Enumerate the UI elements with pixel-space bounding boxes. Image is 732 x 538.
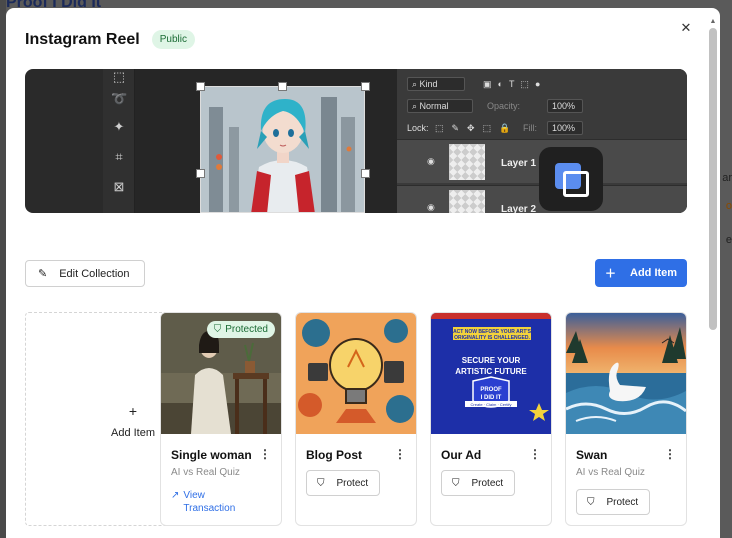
collection-modal: Instagram Reel Public ✕ ▲ ⬚ ➰ ✦ ⌗ ⊠ ⌕ Ki… [6,8,720,538]
background-edge-text: o [725,200,732,212]
lock-label: Lock: [407,123,429,133]
view-transaction-label-line2: Transaction [183,503,236,514]
protect-label: Protect [606,496,639,508]
item-title: Our Ad [441,448,482,462]
lightbulb-illustration [296,313,416,434]
item-title: Blog Post [306,448,362,462]
item-title: Swan [576,448,608,462]
external-link-icon: ↗ [171,490,180,501]
scroll-up-arrow-icon[interactable]: ▲ [709,18,717,26]
ad-tagline: Create · Claim · Certify [471,402,512,407]
modal-title: Instagram Reel [25,30,140,48]
view-transaction-link[interactable]: ↗ View Transaction [171,489,235,515]
more-vertical-icon[interactable]: ⋮ [394,447,406,461]
item-image: ACT NOW BEFORE YOUR ART'S ORIGINALITY IS… [431,313,551,434]
layer-name: Layer 2 [501,204,537,213]
transform-handle [361,169,370,178]
crop-tool-icon: ⌗ [115,149,123,164]
eye-icon: ◉ [427,156,435,166]
ad-headline-1: SECURE YOUR [462,356,521,365]
add-item-button[interactable]: ＋ Add Item [595,259,687,287]
ad-logo-line-1: PROOF [480,387,502,393]
eye-icon: ◉ [427,202,435,212]
item-card[interactable]: ⛉ Protected Single woman ⋮ AI vs Real Qu… [160,312,282,526]
item-card[interactable]: Blog Post ⋮ ⛉ Protect [295,312,417,526]
protect-label: Protect [336,477,369,489]
layer-name: Layer 1 [501,158,537,169]
add-item-tile-content[interactable]: + Add Item [110,403,156,439]
transform-handle [278,82,287,91]
background-edge-text: ar [722,172,732,184]
pencil-icon: ✎ [38,268,48,280]
layer-thumbnail [449,190,485,213]
lasso-tool-icon: ➰ [111,91,128,106]
search-icon: ⌕ [412,79,420,89]
protect-label: Protect [471,477,504,489]
plus-icon: ＋ [605,268,616,280]
swan-painting-image [566,313,686,434]
item-title: Single woman [171,448,252,462]
modal-scrollbar[interactable]: ▲ [708,18,718,538]
anime-girl-illustration [201,87,364,212]
more-vertical-icon[interactable]: ⋮ [664,447,676,461]
marquee-tool-icon: ⬚ [112,69,126,84]
blend-mode-value: Normal [419,101,449,111]
protect-button[interactable]: ⛉ Protect [576,489,650,515]
layer-thumbnail [449,144,485,180]
item-card[interactable]: Swan ⋮ AI vs Real Quiz ⛉ Protect [565,312,687,526]
collection-banner-image: ⬚ ➰ ✦ ⌗ ⊠ ⌕ Kind ▣◐T⬚● ⌕ Normal Opacity:… [25,69,687,213]
more-vertical-icon[interactable]: ⋮ [529,447,541,461]
protect-button[interactable]: ⛉ Protect [441,470,515,496]
edit-collection-button[interactable]: ✎ Edit Collection [25,260,145,287]
shield-icon: ⛉ [452,477,460,489]
search-icon: ⌕ [412,101,420,111]
background-edge-text: e [725,234,732,246]
shield-icon: ⛉ [587,496,595,508]
layer-filter-icons: ▣◐T⬚● [483,79,547,89]
add-item-label: Add Item [630,267,678,279]
advertisement-image: ACT NOW BEFORE YOUR ART'S ORIGINALITY IS… [431,313,551,434]
lock-icons: ⬚✎✥⬚🔒 [435,123,519,133]
item-image [566,313,686,434]
item-image [296,313,416,434]
transform-handle [196,169,205,178]
magic-wand-tool-icon: ✦ [113,119,125,134]
transform-handle [196,82,205,91]
tools-panel: ⬚ ➰ ✦ ⌗ ⊠ [103,69,135,213]
kind-filter: ⌕ Kind [407,77,465,91]
protected-label: Protected [225,324,268,335]
add-item-tile-label: Add Item [110,427,156,439]
transform-handle [361,82,370,91]
fill-value: 100% [547,121,583,135]
more-vertical-icon[interactable]: ⋮ [259,447,271,461]
shield-icon: ⛉ [213,324,222,335]
close-button[interactable]: ✕ [678,20,694,36]
plus-icon: + [128,403,138,419]
visibility-badge: Public [151,30,195,49]
view-transaction-label-line1: View [183,490,205,501]
ad-headline-2: ARTISTIC FUTURE [455,367,527,376]
item-card[interactable]: ACT NOW BEFORE YOUR ART'S ORIGINALITY IS… [430,312,552,526]
opacity-label: Opacity: [487,101,521,111]
opacity-value: 100% [547,99,583,113]
modal-header: Instagram Reel Public [25,30,195,49]
blend-mode-select: ⌕ Normal [407,99,473,113]
ad-logo-line-2: I DID IT [481,395,502,401]
anime-artwork [200,86,365,213]
scroll-thumb[interactable] [709,28,717,330]
kind-label: Kind [419,79,438,89]
edit-collection-label: Edit Collection [59,267,130,280]
close-icon: ✕ [680,20,692,35]
fill-label: Fill: [523,123,537,133]
protected-badge: ⛉ Protected [206,321,275,338]
item-image: ⛉ Protected [161,313,281,434]
app-logo-icon [539,147,603,211]
shield-icon: ⛉ [317,477,325,489]
item-subtitle: AI vs Real Quiz [171,467,240,478]
ad-line-2: ORIGINALITY IS CHALLENGED. [454,335,530,341]
item-subtitle: AI vs Real Quiz [576,467,645,478]
protect-button[interactable]: ⛉ Protect [306,470,380,496]
frame-tool-icon: ⊠ [113,179,125,194]
